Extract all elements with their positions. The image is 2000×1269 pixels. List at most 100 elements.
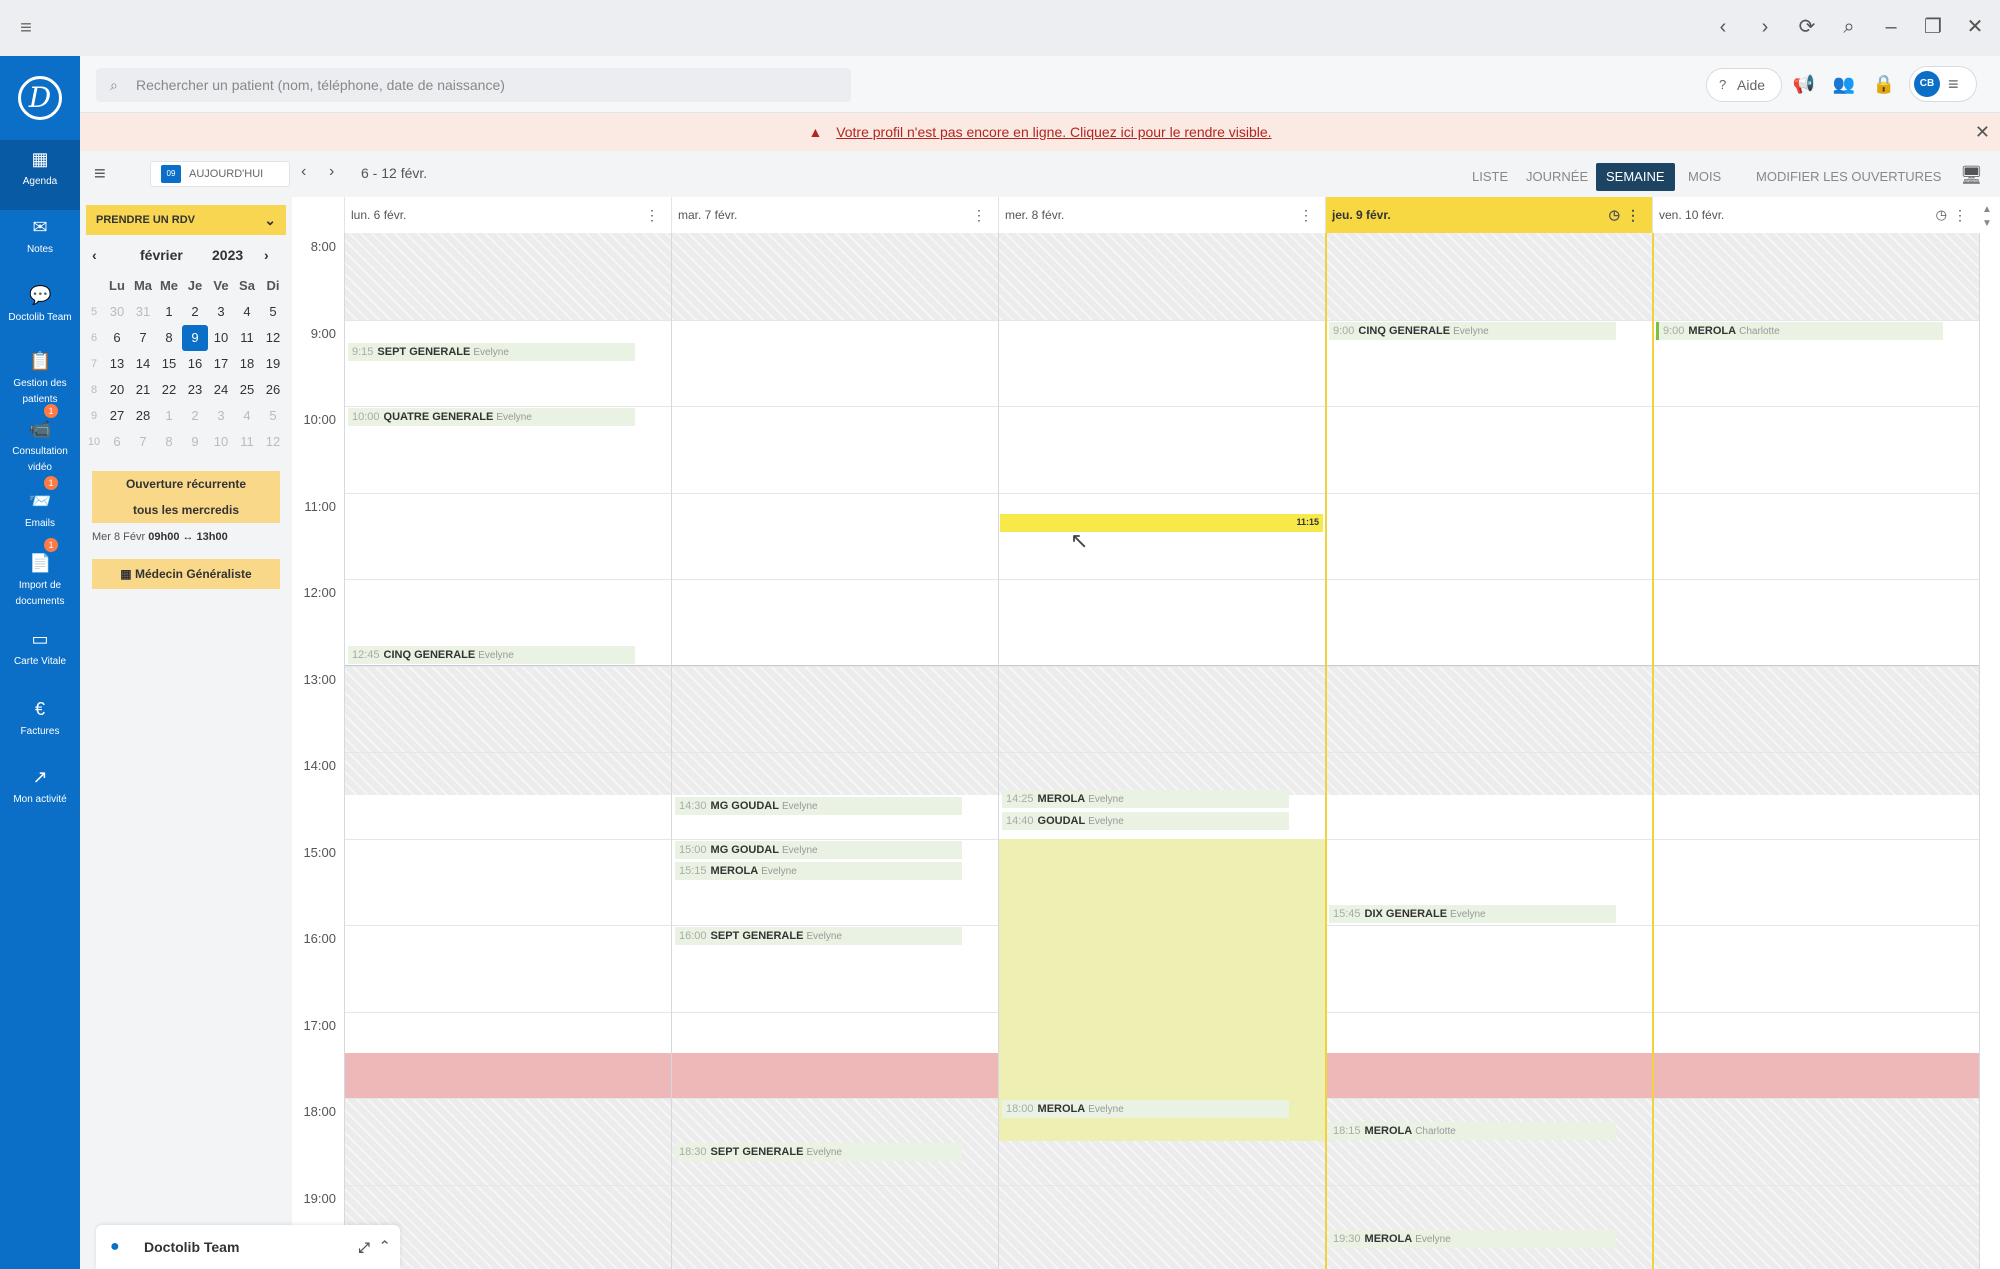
appointment[interactable]: 19:30 MEROLA Evelyne: [1329, 1229, 1616, 1248]
hamburger-icon[interactable]: ≡: [94, 163, 106, 186]
appointment[interactable]: 9:15 SEPT GENERALE Evelyne: [348, 343, 635, 362]
appointment[interactable]: 14:30 MG GOUDAL Evelyne: [675, 797, 962, 816]
mini-calendar-day[interactable]: 1: [156, 403, 182, 429]
mini-calendar-day[interactable]: 7: [130, 325, 156, 351]
hamburger-icon[interactable]: ≡: [14, 16, 38, 40]
mini-calendar-day[interactable]: 17: [208, 351, 234, 377]
doctolib-team-panel[interactable]: ● Doctolib Team ⤢ ⌃: [96, 1225, 400, 1269]
mini-calendar-day[interactable]: 12: [260, 325, 286, 351]
team-icon[interactable]: 👥: [1830, 70, 1858, 98]
mini-calendar-day[interactable]: 5: [260, 299, 286, 325]
mini-calendar-day[interactable]: 3: [208, 299, 234, 325]
mini-calendar-day[interactable]: 10: [208, 429, 234, 455]
day-header[interactable]: mar. 7 févr. ⋮: [671, 197, 998, 233]
mini-calendar-day[interactable]: 11: [234, 429, 260, 455]
mini-calendar-day[interactable]: 2: [182, 299, 208, 325]
day-header[interactable]: jeu. 9 févr. ⋮ ◷: [1325, 197, 1652, 233]
appointment[interactable]: 14:25 MEROLA Evelyne: [1002, 790, 1289, 809]
mini-calendar-day[interactable]: 31: [130, 299, 156, 325]
back-icon[interactable]: ‹: [1710, 14, 1736, 40]
appointment[interactable]: 12:45 CINQ GENERALE Evelyne: [348, 645, 635, 664]
appointment[interactable]: 9:00 MEROLA Charlotte: [1656, 321, 1943, 340]
close-icon[interactable]: ✕: [1975, 113, 1990, 151]
more-options-icon[interactable]: ⋮: [1299, 197, 1313, 233]
mini-calendar-day[interactable]: 21: [130, 377, 156, 403]
mini-calendar-day[interactable]: 11: [234, 325, 260, 351]
day-header[interactable]: lun. 6 févr. ⋮: [344, 197, 671, 233]
appointment[interactable]: 9:00 CINQ GENERALE Evelyne: [1329, 321, 1616, 340]
sidebar-item-1[interactable]: ✉ Notes: [0, 208, 80, 268]
mini-calendar-day[interactable]: 15: [156, 351, 182, 377]
sidebar-item-3[interactable]: 📋 Gestion des patients: [0, 342, 80, 405]
mini-calendar-day[interactable]: 10: [208, 325, 234, 351]
close-icon[interactable]: ✕: [1962, 14, 1988, 40]
mini-calendar-day[interactable]: 1: [156, 299, 182, 325]
mini-calendar-day[interactable]: 22: [156, 377, 182, 403]
tab-3[interactable]: MOIS: [1678, 163, 1731, 191]
mini-calendar-day[interactable]: 3: [208, 403, 234, 429]
appointment[interactable]: 14:40 GOUDAL Evelyne: [1002, 811, 1289, 830]
sidebar-item-4[interactable]: 📹 1 Consultation vidéo: [0, 404, 80, 473]
mini-calendar-day[interactable]: 7: [130, 429, 156, 455]
selected-time-slot[interactable]: 11:15: [1000, 514, 1323, 533]
appointment[interactable]: 10:00 QUATRE GENERALE Evelyne: [348, 408, 635, 426]
recurring-opening[interactable]: Ouverture récurrente tous les mercredis: [92, 471, 280, 523]
day-header[interactable]: ven. 10 févr. ⋮ ◷: [1652, 197, 1979, 233]
mini-calendar-day[interactable]: 9: [182, 429, 208, 455]
mini-calendar-day[interactable]: 28: [130, 403, 156, 429]
sidebar-item-7[interactable]: ▭ Carte Vitale: [0, 620, 80, 680]
appointment[interactable]: 18:15 MEROLA Charlotte: [1329, 1121, 1616, 1140]
help-button[interactable]: ? Aide: [1706, 68, 1782, 102]
mini-calendar-day[interactable]: 4: [234, 403, 260, 429]
restore-icon[interactable]: ❐: [1920, 14, 1946, 40]
mini-calendar-day[interactable]: 6: [104, 325, 130, 351]
clock-icon[interactable]: ◷: [1936, 197, 1947, 233]
mini-calendar-day[interactable]: 27: [104, 403, 130, 429]
forward-icon[interactable]: ›: [1752, 14, 1778, 40]
patient-search-input[interactable]: ⌕ Rechercher un patient (nom, téléphone,…: [96, 68, 851, 102]
tab-1[interactable]: JOURNÉE: [1516, 163, 1598, 191]
megaphone-icon[interactable]: 📢: [1790, 70, 1818, 98]
profile-visibility-link[interactable]: Votre profil n'est pas encore en ligne. …: [836, 124, 1271, 140]
speciality-button[interactable]: ▦ Médecin Généraliste: [92, 559, 280, 589]
sidebar-item-8[interactable]: € Factures: [0, 690, 80, 750]
mini-calendar-day[interactable]: 20: [104, 377, 130, 403]
book-appointment-button[interactable]: PRENDRE UN RDV ⌄: [86, 205, 286, 235]
next-week-button[interactable]: ›: [329, 163, 334, 181]
mini-calendar-day[interactable]: 2: [182, 403, 208, 429]
more-options-icon[interactable]: ⋮: [1626, 197, 1640, 233]
sidebar-item-0[interactable]: ▦ Agenda: [0, 140, 80, 210]
scroll-arrows[interactable]: ▲ ▼: [1982, 203, 1992, 231]
mini-calendar-day[interactable]: 19: [260, 351, 286, 377]
appointment[interactable]: 15:15 MEROLA Evelyne: [675, 862, 962, 881]
previous-week-button[interactable]: ‹: [301, 163, 306, 181]
more-options-icon[interactable]: ⋮: [645, 197, 659, 233]
mini-calendar-day[interactable]: 25: [234, 377, 260, 403]
mini-calendar-day[interactable]: 8: [156, 429, 182, 455]
mini-calendar-day[interactable]: 9: [182, 325, 208, 351]
mini-calendar-day[interactable]: 4: [234, 299, 260, 325]
mini-calendar-day[interactable]: 30: [104, 299, 130, 325]
mini-calendar-day[interactable]: 24: [208, 377, 234, 403]
mini-calendar-day[interactable]: 18: [234, 351, 260, 377]
tab-0[interactable]: LISTE: [1462, 163, 1518, 191]
lock-icon[interactable]: 🔒: [1870, 70, 1898, 98]
refresh-icon[interactable]: ⟳: [1794, 14, 1820, 40]
mini-calendar-day[interactable]: 8: [156, 325, 182, 351]
more-options-icon[interactable]: ⋮: [972, 197, 986, 233]
panel-controls[interactable]: ⤢ ⌃: [359, 1225, 388, 1269]
more-options-icon[interactable]: ⋮: [1953, 197, 1967, 233]
mini-calendar-day[interactable]: 23: [182, 377, 208, 403]
appointment[interactable]: 16:00 SEPT GENERALE Evelyne: [675, 927, 962, 945]
mini-calendar-day[interactable]: 26: [260, 377, 286, 403]
mini-calendar-day[interactable]: 16: [182, 351, 208, 377]
sidebar-item-2[interactable]: 💬 Doctolib Team: [0, 276, 80, 336]
day-header[interactable]: mer. 8 févr. ⋮: [998, 197, 1325, 233]
doctolib-logo[interactable]: D: [18, 76, 62, 120]
appointment[interactable]: 18:00 MEROLA Evelyne: [1002, 1100, 1289, 1118]
today-button[interactable]: 09 AUJOURD'HUI: [150, 161, 290, 187]
clock-icon[interactable]: ◷: [1609, 197, 1620, 233]
sidebar-item-5[interactable]: 📨 1 Emails: [0, 476, 80, 542]
sidebar-item-6[interactable]: 📄 1 Import de documents: [0, 538, 80, 607]
monitor-icon[interactable]: 🖥: [1960, 165, 1983, 186]
